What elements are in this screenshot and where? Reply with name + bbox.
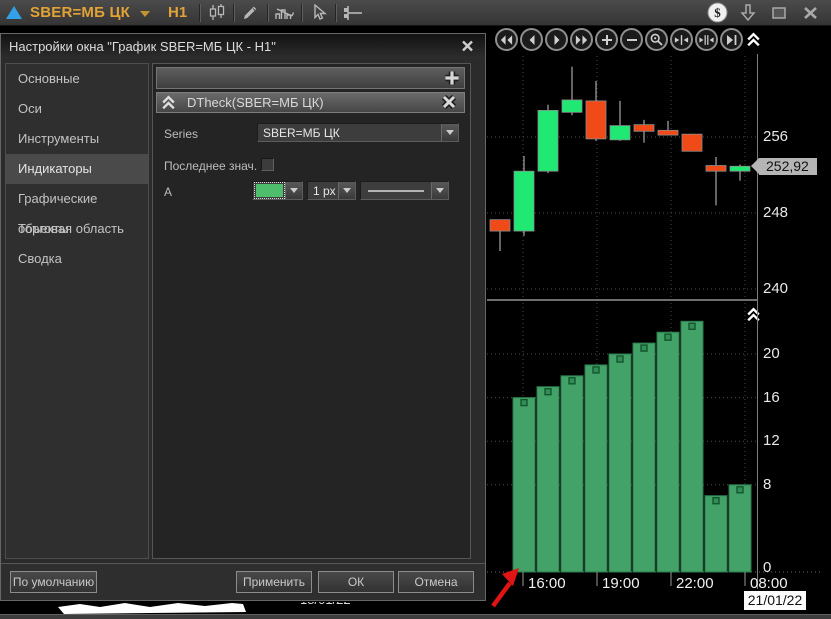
last-value-label: Последнее знач. [164, 159, 257, 173]
dropdown-arrow-icon[interactable] [338, 182, 355, 199]
time-tick-label: 08:00 [750, 575, 788, 592]
chart-area: 256 248 240 252,92 20 16 12 8 0 16:00 19:00 22:0… [487, 26, 831, 619]
date-badge: 21/01/22 [744, 591, 806, 610]
price-tick-label: 240 [763, 281, 788, 296]
window-toolbar: SBER=МБ ЦК H1 $ [0, 0, 831, 26]
default-button[interactable]: По умолчанию [10, 571, 97, 593]
price-levels-icon[interactable] [339, 2, 367, 24]
line-width-value: 1 px [308, 184, 338, 198]
series-value: SBER=МБ ЦК [258, 126, 441, 140]
indicator-card-header[interactable]: DTheck(SBER=МБ ЦК) [156, 92, 465, 113]
draw-pencil-icon[interactable] [237, 2, 265, 24]
sidebar-item-6[interactable]: Торговая область [6, 214, 148, 244]
symbol-selector[interactable]: SBER=МБ ЦК [30, 4, 130, 21]
screen: SBER=МБ ЦК H1 $ 256 248 240 252,92 20 16 12 8… [0, 0, 831, 619]
volume-tick-label: 12 [763, 433, 780, 448]
dialog-content: DTheck(SBER=МБ ЦК) Series SBER=МБ ЦК Пос… [152, 63, 471, 559]
cursor-pointer-icon[interactable] [305, 2, 333, 24]
series-label: Series [164, 127, 198, 141]
line-width-select[interactable]: 1 px [307, 181, 356, 200]
toolbar-separator [199, 4, 201, 22]
settings-dialog: Настройки окна "График SBER=МБ ЦК - H1" … [0, 33, 486, 601]
volume-tick-label: 8 [763, 477, 771, 492]
app-logo-icon [6, 6, 22, 19]
tool-icons-group [197, 2, 367, 24]
price-tick-label: 248 [763, 205, 788, 220]
collapse-card-icon[interactable] [160, 94, 180, 112]
dollar-coin-icon[interactable]: $ [706, 2, 728, 24]
window-buttons-group: $ [706, 2, 825, 24]
timeframe-label[interactable]: H1 [168, 4, 187, 21]
sidebar-item-3[interactable]: Инструменты [6, 124, 148, 154]
cancel-button[interactable]: Отмена [398, 571, 474, 593]
volume-profile-icon[interactable] [271, 2, 299, 24]
dropdown-arrow-icon[interactable] [431, 182, 448, 199]
hidden-date-fragment: 18/01/22 [300, 601, 351, 607]
toolbar-separator [301, 4, 303, 22]
time-tick-label: 19:00 [602, 575, 640, 592]
restore-window-icon[interactable] [768, 2, 790, 24]
sidebar-item-1[interactable]: Основные [6, 64, 148, 94]
volume-tick-label: 16 [763, 390, 780, 405]
sidebar-item-7[interactable]: Сводка [6, 244, 148, 274]
series-select[interactable]: SBER=МБ ЦК [257, 123, 459, 142]
close-window-icon[interactable] [799, 2, 821, 24]
dialog-title: Настройки окна "График SBER=МБ ЦК - H1" [9, 39, 276, 54]
last-price-badge: 252,92 [759, 158, 817, 175]
dialog-title-bar[interactable]: Настройки окна "График SBER=МБ ЦК - H1" [1, 34, 485, 58]
line-a-label: A [164, 185, 172, 199]
line-style-preview [368, 190, 424, 192]
dialog-close-icon[interactable] [457, 37, 477, 55]
time-tick-label: 22:00 [676, 575, 714, 592]
time-tick-label: 16:00 [528, 575, 566, 592]
ok-button[interactable]: ОК [318, 571, 394, 593]
chevron-down-icon[interactable] [140, 11, 150, 17]
dropdown-arrow-icon[interactable] [441, 124, 458, 141]
indicator-title: DTheck(SBER=МБ ЦК) [187, 95, 324, 110]
toolbar-separator [335, 4, 337, 22]
dialog-footer: По умолчанию Применить ОК Отмена [1, 563, 485, 600]
svg-text:$: $ [714, 5, 721, 20]
price-tick-label: 256 [763, 129, 788, 144]
apply-button[interactable]: Применить [236, 571, 312, 593]
download-arrow-icon[interactable] [737, 2, 759, 24]
sidebar-item-4[interactable]: Индикаторы [6, 154, 148, 184]
add-indicator-icon[interactable] [443, 69, 462, 87]
candlestick-chart-icon[interactable] [203, 2, 231, 24]
line-style-select[interactable] [360, 181, 449, 200]
window-bottom-frame [0, 614, 831, 619]
sidebar-item-2[interactable]: Оси [6, 94, 148, 124]
dialog-sidebar: ОсновныеОсиИнструментыИндикаторыГрафичес… [5, 63, 149, 559]
dropdown-arrow-icon[interactable] [285, 182, 302, 199]
add-indicator-bar [156, 67, 465, 89]
toolbar-separator [233, 4, 235, 22]
color-swatch [256, 184, 283, 197]
chart-canvas[interactable] [487, 26, 831, 619]
remove-indicator-icon[interactable] [441, 94, 461, 112]
volume-zero-label: 0 [763, 560, 771, 575]
sidebar-item-5[interactable]: Графические объекты [6, 184, 148, 214]
last-value-checkbox[interactable] [261, 158, 274, 171]
red-arrow-annotation [487, 562, 529, 612]
line-color-select[interactable] [252, 181, 303, 200]
toolbar-separator [267, 4, 269, 22]
volume-tick-label: 20 [763, 346, 780, 361]
